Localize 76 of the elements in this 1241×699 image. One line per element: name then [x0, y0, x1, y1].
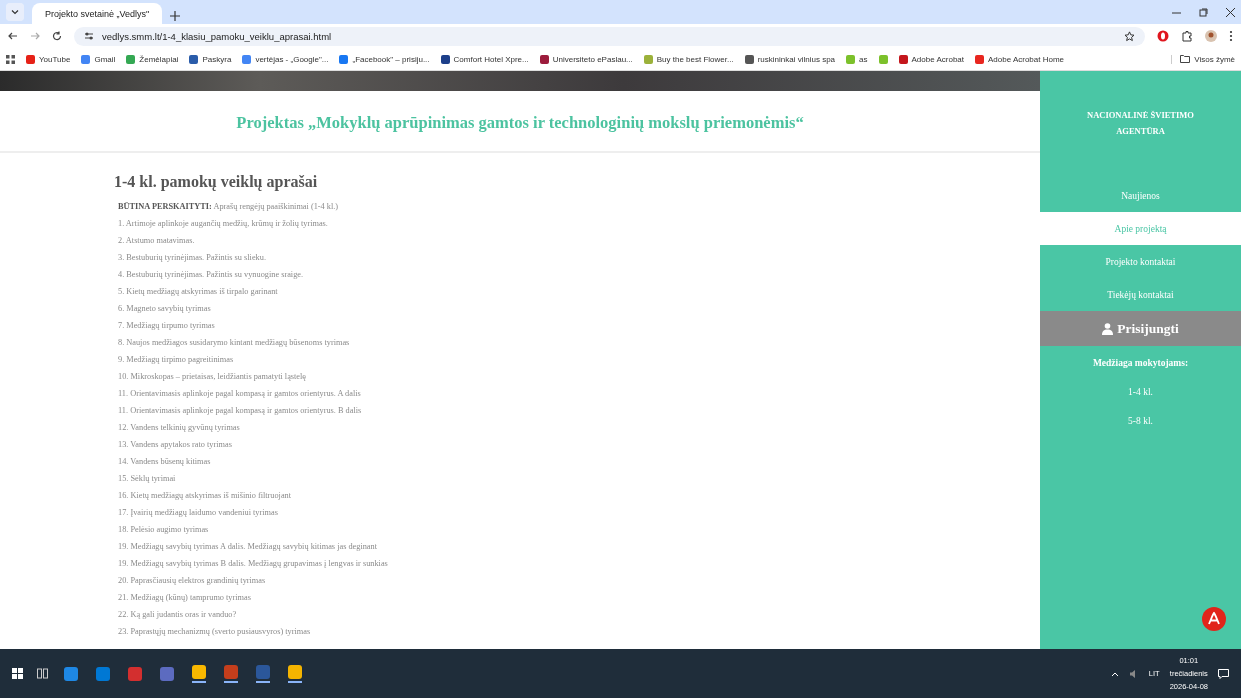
lesson-link[interactable]: 6. Magneto savybių tyrimas	[114, 303, 1040, 320]
agency-logo-text[interactable]: NACIONALINĖ ŠVIETIMO AGENTŪRA	[1040, 71, 1241, 179]
materials-heading: Medžiaga mokytojams:	[1091, 358, 1190, 368]
bookmark[interactable]: ruskininkai vilnius spa	[744, 54, 836, 64]
materials-link[interactable]: 5-8 kl.	[1040, 416, 1241, 426]
nav-item[interactable]: Projekto kontaktai	[1040, 245, 1241, 278]
bookmark[interactable]: as	[846, 54, 868, 64]
bookmark[interactable]: Žemėlapiai	[126, 54, 179, 64]
windows-start-icon[interactable]	[12, 668, 23, 679]
lesson-link[interactable]: 4. Bestuburių tyrinėjimas. Pažintis su vynuogine sraige.	[114, 269, 1040, 286]
user-icon	[1102, 322, 1114, 335]
lesson-link[interactable]: 10. Mikroskopas – prietaisas, leidžiantis pamatyti ląstelę	[114, 371, 1040, 388]
reload-icon[interactable]	[52, 31, 62, 41]
lesson-link[interactable]: 14. Vandens būsenų kitimas	[114, 456, 1040, 473]
lesson-link[interactable]: 2. Atstumo matavimas.	[114, 235, 1040, 252]
close-icon[interactable]	[1226, 7, 1235, 17]
nav-item[interactable]: Naujienos	[1040, 179, 1241, 212]
lesson-link[interactable]: 9. Medžiagų tirpimo pagreitinimas	[114, 354, 1040, 371]
taskbar-app-icon[interactable]	[190, 663, 208, 684]
notifications-icon[interactable]	[1218, 668, 1229, 679]
pdf-button-icon[interactable]	[1202, 607, 1226, 631]
address-bar[interactable]: vedlys.smm.lt/1-4_klasiu_pamoku_veiklu_aprasai.html	[74, 26, 1145, 46]
chevron-up-icon[interactable]	[1110, 670, 1119, 677]
browser-tab[interactable]: Projekto svetainė „Vedlys"	[32, 3, 162, 24]
star-icon[interactable]	[1124, 30, 1135, 42]
lesson-link[interactable]: 19. Medžiagų savybių tyrimas A dalis. Medžiagų savybių kitimas jas deginant	[114, 541, 1040, 558]
lesson-link[interactable]: 21. Medžiagų (kūnų) tamprumo tyrimas	[114, 592, 1040, 609]
lesson-link[interactable]: 1. Artimoje aplinkoje augančių medžių, krūmų ir žolių tyrimas.	[114, 218, 1040, 235]
lesson-link[interactable]: 3. Bestuburių tyrinėjimas. Pažintis su slieku.	[114, 252, 1040, 269]
puzzle-icon[interactable]	[1181, 30, 1193, 42]
lesson-link[interactable]: 12. Vandens telkinių gyvūnų tyrimas	[114, 422, 1040, 439]
lesson-link[interactable]: 11. Orientavimasis aplinkoje pagal kompasą ir gamtos orientyrus. B dalis	[114, 405, 1040, 422]
materials-link[interactable]: 1-4 kl.	[1040, 387, 1241, 397]
task-view-icon[interactable]	[37, 668, 48, 679]
taskbar-app-icon[interactable]	[286, 663, 304, 684]
login-button[interactable]: Prisijungti	[1040, 311, 1241, 346]
lesson-link[interactable]: 8. Naujos medžiagos susidarymo kintant medžiagų būsenoms tyrimas	[114, 337, 1040, 354]
bookmark[interactable]: Comfort Hotel Xpre...	[440, 54, 529, 64]
lesson-link[interactable]: 19. Medžiagų savybių tyrimas B dalis. Medžiagų grupavimas į lengvas ir sunkias	[114, 558, 1040, 575]
new-tab-icon[interactable]	[170, 11, 180, 21]
restore-icon[interactable]	[1199, 7, 1208, 17]
bookmark[interactable]: vertėjas - „Google"...	[242, 54, 329, 64]
nav-item[interactable]: Tiekėjų kontaktai	[1040, 278, 1241, 311]
bookmark[interactable]: Adobe Acrobat	[898, 54, 964, 64]
lesson-link[interactable]: 23. Paprastųjų mechanizmų (sverto pusiausvyros) tyrimas	[114, 626, 1040, 643]
bookmark[interactable]: Buy the best Flower...	[643, 54, 734, 64]
bookmark[interactable]: „Facebook" – prisiju...	[339, 54, 430, 64]
notice-link[interactable]: BŪTINA PERSKAITYTI: Aprašų rengėjų paaiškinimai (1-4 kl.)	[114, 201, 1040, 218]
page-heading: 1-4 kl. pamokų veiklų aprašai	[114, 173, 319, 191]
lesson-link[interactable]: 15. Sėklų tyrimai	[114, 473, 1040, 490]
apps-grid-icon[interactable]	[6, 54, 15, 64]
all-bookmarks-button[interactable]: Visos žymė	[1171, 54, 1235, 64]
lesson-link[interactable]: 13. Vandens apytakos rato tyrimas	[114, 439, 1040, 456]
lesson-link[interactable]: 22. Ką gali judantis oras ir vanduo?	[114, 609, 1040, 626]
lesson-link[interactable]: 17. Įvairių medžiagų laidumo vandeniui tyrimas	[114, 507, 1040, 524]
site-settings-icon[interactable]	[84, 31, 94, 41]
lesson-link[interactable]: 5. Kietų medžiagų atskyrimas iš tirpalo garinant	[114, 286, 1040, 303]
bookmark[interactable]: Paskyra	[189, 54, 232, 64]
lesson-link[interactable]: 7. Medžiagų tirpumo tyrimas	[114, 320, 1040, 337]
bookmark[interactable]: Adobe Acrobat Home	[975, 54, 1065, 64]
folder-icon	[1180, 55, 1191, 63]
opera-icon[interactable]	[1157, 30, 1169, 42]
lesson-link[interactable]: 11. Orientavimasis aplinkoje pagal kompasą ir gamtos orientyrus. A dalis	[114, 388, 1040, 405]
lesson-link[interactable]: 16. Kietų medžiagų atskyrimas iš mišinio filtruojant	[114, 490, 1040, 507]
lesson-link[interactable]: 18. Pelėsio augimo tyrimas	[114, 524, 1040, 541]
lesson-link[interactable]: 20. Paprasčiausių elektros grandinių tyrimas	[114, 575, 1040, 592]
avatar-icon[interactable]	[1205, 30, 1217, 42]
back-icon[interactable]	[8, 31, 18, 41]
bookmark[interactable]: Universiteto ePaslau...	[539, 54, 633, 64]
taskbar-app-icon[interactable]	[222, 663, 240, 684]
project-title: Projektas „Mokyklų aprūpinimas gamtos ir technologinių mokslų priemonėmis“	[0, 91, 1040, 153]
menu-icon[interactable]	[1229, 30, 1233, 42]
taskbar-app-icon[interactable]	[254, 663, 272, 684]
nav-item[interactable]: Apie projektą	[1040, 212, 1241, 245]
bookmark[interactable]: Gmail	[81, 54, 116, 64]
bookmark[interactable]: YouTube	[26, 54, 71, 64]
